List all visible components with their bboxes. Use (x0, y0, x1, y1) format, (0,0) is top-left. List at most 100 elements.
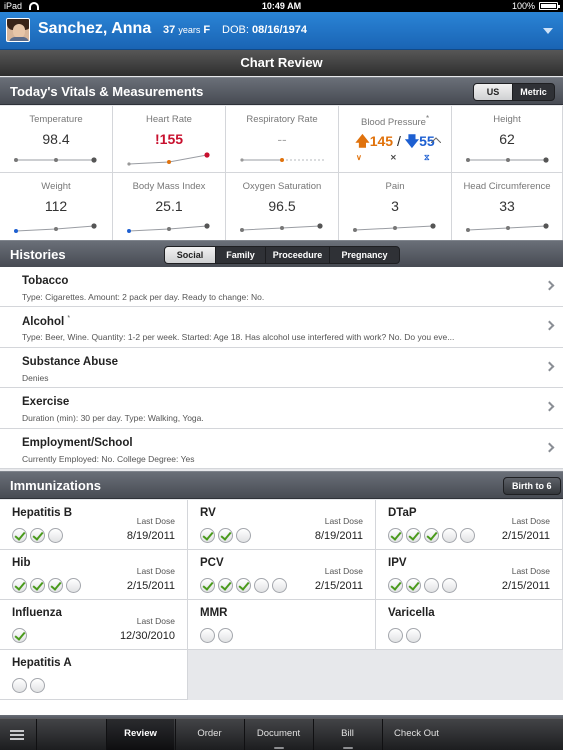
battery-icon (539, 2, 560, 10)
immunization-card[interactable]: Varicella (376, 600, 563, 650)
dose-pending-icon (218, 628, 233, 643)
immunizations-header: Immunizations Birth to 6 (0, 471, 563, 499)
vital-respiratory-rate[interactable]: Respiratory Rate -- (226, 106, 339, 173)
dose-complete-icon (30, 578, 45, 593)
vital-height[interactable]: Height 62 (452, 106, 563, 173)
bp-range-icon: ⧖ (424, 153, 430, 162)
history-title-text: Exercise (22, 396, 70, 409)
history-title: Tobacco (22, 275, 68, 287)
tab-family[interactable]: Family (215, 247, 265, 263)
vital-value: 112 (44, 198, 68, 214)
tab-review[interactable]: Review (106, 719, 174, 750)
vital-value: 33 (499, 198, 515, 214)
vital-heart-rate[interactable]: Heart Rate !155 (113, 106, 226, 173)
vital-pain[interactable]: Pain 3 (339, 173, 452, 241)
history-item-exercise[interactable]: Exercise Duration (min): 30 per day. Typ… (0, 388, 563, 429)
badge-indicator (273, 747, 284, 749)
vital-head-circumference[interactable]: Head Circumference 33 (452, 173, 563, 241)
dose-indicators (12, 628, 30, 643)
dose-pending-icon (30, 678, 45, 693)
tab-bill[interactable]: Bill (313, 719, 381, 750)
vital-label: Respiratory Rate (246, 114, 318, 125)
chevron-down-icon[interactable] (543, 28, 553, 34)
history-summary: Denies (22, 372, 49, 383)
immunization-card[interactable]: IPV Last Dose 2/15/2011 (376, 550, 563, 600)
menu-icon[interactable] (10, 730, 24, 740)
arrow-down-icon: 🡇 (404, 133, 420, 149)
immunization-card[interactable]: PCV Last Dose 2/15/2011 (188, 550, 376, 600)
last-dose-label: Last Dose (511, 516, 550, 526)
immunization-card[interactable]: Hepatitis A (0, 650, 188, 700)
immunization-card[interactable]: Influenza Last Dose 12/30/2010 (0, 600, 188, 650)
dose-complete-icon (30, 528, 45, 543)
dose-pending-icon (424, 578, 439, 593)
immunization-card[interactable]: DTaP Last Dose 2/15/2011 (376, 500, 563, 550)
tab-document[interactable]: Document (244, 719, 312, 750)
dose-indicators (388, 578, 460, 593)
vital-temperature[interactable]: Temperature 98.4 (0, 106, 113, 173)
history-item-employment-school[interactable]: Employment/School Currently Employed: No… (0, 429, 563, 469)
vital-value: 96.5 (268, 198, 296, 214)
history-marker: * (67, 315, 71, 323)
immunization-name: PCV (200, 557, 224, 569)
tab-pregnancy[interactable]: Pregnancy (329, 247, 399, 263)
tab-proceedure[interactable]: Proceedure (265, 247, 329, 263)
dose-indicators (388, 628, 424, 643)
tab-label: Review (124, 728, 157, 739)
units-toggle[interactable]: US Metric (473, 83, 555, 101)
vitals-title: Today's Vitals & Measurements (10, 84, 204, 99)
dose-pending-icon (388, 628, 403, 643)
vital-weight[interactable]: Weight 112 (0, 173, 113, 241)
history-title: Employment/School (22, 437, 133, 449)
immunization-card[interactable]: Hib Last Dose 2/15/2011 (0, 550, 188, 600)
vital-value-alert: !155 (113, 131, 225, 147)
dose-complete-icon (388, 528, 403, 543)
history-summary: Type: Cigarettes. Amount: 2 pack per day… (22, 292, 265, 302)
patient-name: Sanchez, Anna (38, 20, 152, 37)
immunization-card[interactable]: RV Last Dose 8/19/2011 (188, 500, 376, 550)
last-dose-date: 8/19/2011 (126, 530, 175, 542)
immunization-card[interactable]: MMR (188, 600, 376, 650)
immunization-card[interactable]: Hepatitis B Last Dose 8/19/2011 (0, 500, 188, 550)
units-us-button[interactable]: US (474, 84, 512, 100)
history-item-substance-abuse[interactable]: Substance Abuse Denies (0, 348, 563, 389)
history-item-alcohol[interactable]: Alcohol * Type: Beer, Wine. Quantity: 1-… (0, 307, 563, 348)
vital-bmi[interactable]: Body Mass Index 25.1 (113, 173, 226, 241)
dose-pending-icon (442, 528, 457, 543)
immunization-name: Hepatitis A (12, 657, 72, 669)
history-item-tobacco[interactable]: Tobacco Type: Cigarettes. Amount: 2 pack… (0, 267, 563, 308)
vital-label: Oxygen Saturation (242, 181, 322, 192)
immunization-name: Hepatitis B (12, 507, 73, 519)
chevron-right-icon (544, 361, 555, 372)
trend-sparkline (240, 223, 323, 232)
units-metric-button[interactable]: Metric (512, 84, 554, 100)
dose-pending-icon (236, 528, 251, 543)
immunization-name: IPV (388, 557, 407, 569)
history-summary: Currently Employed: No. College Degree: … (22, 453, 195, 464)
immunizations-title: Immunizations (10, 478, 102, 493)
empty-cell (188, 650, 376, 700)
battery-percent: 100% (511, 1, 535, 11)
patient-dob: DOB: 08/16/1974 (222, 24, 307, 36)
patient-header[interactable]: Sanchez, Anna 37 years F DOB: 08/16/1974 (0, 12, 563, 50)
trend-sparkline (466, 223, 549, 232)
birth-to-6-button[interactable]: Birth to 6 (503, 477, 561, 495)
dose-complete-icon (200, 578, 215, 593)
last-dose-date: 8/19/2011 (314, 530, 363, 542)
bp-trend-icon (431, 137, 441, 143)
tab-social[interactable]: Social (165, 247, 215, 263)
history-summary: Duration (min): 30 per day. Type: Walkin… (22, 413, 204, 424)
tab-order[interactable]: Order (175, 719, 243, 750)
vital-blood-pressure[interactable]: Blood Pressure* 🡅145 / 🡇55 ∨ ⨯ ⧖ (339, 106, 452, 173)
last-dose-date: 12/30/2010 (119, 630, 175, 642)
histories-tabs[interactable]: Social Family Proceedure Pregnancy (164, 246, 400, 264)
vital-value: 98.4 (42, 131, 70, 147)
bp-range-icon: ⨯ (390, 153, 397, 162)
trend-sparkline (127, 223, 210, 233)
tab-check-out[interactable]: Check Out (382, 719, 450, 750)
trend-sparkline (353, 223, 436, 232)
clock: 10:49 AM (261, 1, 302, 11)
vital-oxygen-saturation[interactable]: Oxygen Saturation 96.5 (226, 173, 339, 241)
immunization-name: RV (200, 507, 216, 519)
dose-pending-icon (66, 578, 81, 593)
